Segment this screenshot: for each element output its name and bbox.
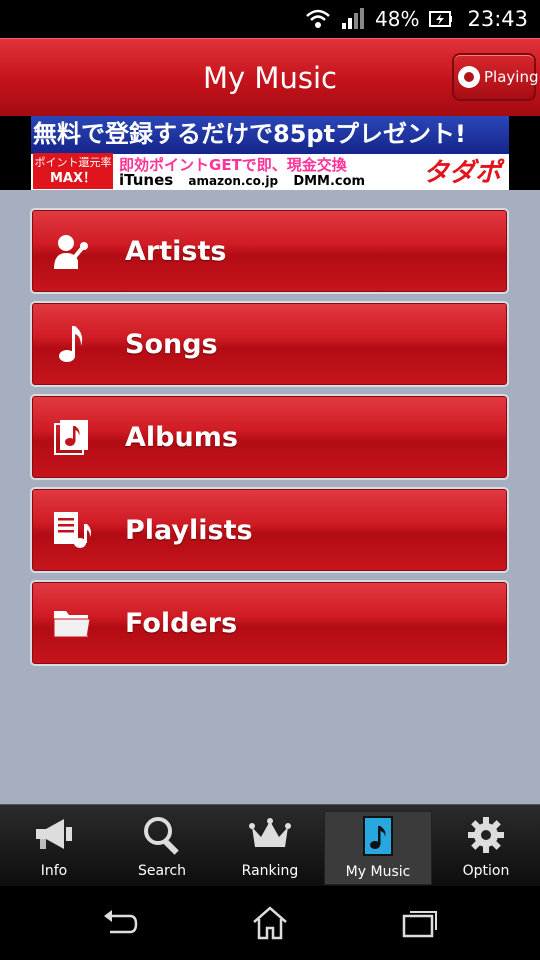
status-bar: 48% 23:43 (0, 0, 540, 38)
tab-info[interactable]: Info (0, 805, 108, 887)
playlists-label: Playlists (125, 514, 253, 546)
singer-icon (52, 231, 92, 271)
tab-option[interactable]: Option (432, 805, 540, 887)
folders-label: Folders (125, 607, 238, 639)
magnifier-icon (140, 813, 184, 857)
tab-my-music-label: My Music (345, 864, 411, 880)
ad-badge: ポイント還元率 MAX！ (33, 153, 113, 189)
battery-percent: 48% (375, 7, 420, 31)
music-note-icon (356, 814, 400, 858)
tab-my-music[interactable]: My Music (324, 811, 432, 885)
albums-label: Albums (125, 421, 238, 453)
now-playing-label: Playing (484, 68, 539, 86)
ad-partner: iTunes (119, 171, 174, 189)
music-note-icon (52, 324, 92, 364)
artists-label: Artists (125, 235, 227, 267)
ad-partner: amazon.co.jp (188, 174, 279, 188)
app-header: My Music Playing (0, 38, 540, 116)
now-playing-button[interactable]: Playing (452, 53, 539, 101)
recent-apps-icon[interactable] (400, 906, 440, 940)
playlists-button[interactable]: Playlists (30, 487, 509, 573)
ad-partner: DMM.com (293, 174, 366, 189)
disc-icon (458, 66, 480, 88)
tab-ranking-label: Ranking (241, 863, 299, 879)
tab-search[interactable]: Search (108, 805, 216, 887)
tab-bar: Info Search Ranking My Music Option (0, 804, 540, 887)
songs-label: Songs (125, 328, 218, 360)
crown-icon (248, 813, 292, 857)
tab-info-label: Info (40, 863, 68, 879)
ad-partners: iTunes amazon.co.jp DMM.com (119, 171, 375, 189)
albums-button[interactable]: Albums (30, 394, 509, 480)
system-nav-bar (0, 886, 540, 960)
tab-search-label: Search (137, 863, 187, 879)
folder-icon (52, 603, 92, 643)
folders-button[interactable]: Folders (30, 580, 509, 666)
tab-ranking[interactable]: Ranking (216, 805, 324, 887)
ad-logo: タダポ (422, 158, 501, 188)
tab-option-label: Option (462, 863, 510, 879)
ad-banner[interactable]: 無料で登録するだけで85ptプレゼント! ポイント還元率 MAX！ 即効ポイント… (31, 116, 509, 190)
playlist-icon (52, 510, 92, 550)
album-icon (52, 417, 92, 457)
megaphone-icon (32, 813, 76, 857)
battery-charging-icon (429, 10, 453, 28)
gear-icon (464, 813, 508, 857)
home-icon[interactable] (250, 906, 290, 940)
menu-area: Artists Songs Albums Playlists Folders (0, 190, 540, 804)
artists-button[interactable]: Artists (30, 208, 509, 294)
ad-badge-bottom: MAX！ (49, 171, 97, 186)
ad-headline: 無料で登録するだけで85ptプレゼント! (31, 116, 509, 154)
clock: 23:43 (467, 7, 528, 31)
ad-badge-top: ポイント還元率 (34, 156, 112, 169)
back-icon[interactable] (100, 906, 140, 940)
signal-icon (341, 8, 365, 30)
wifi-icon (305, 8, 331, 30)
songs-button[interactable]: Songs (30, 301, 509, 387)
